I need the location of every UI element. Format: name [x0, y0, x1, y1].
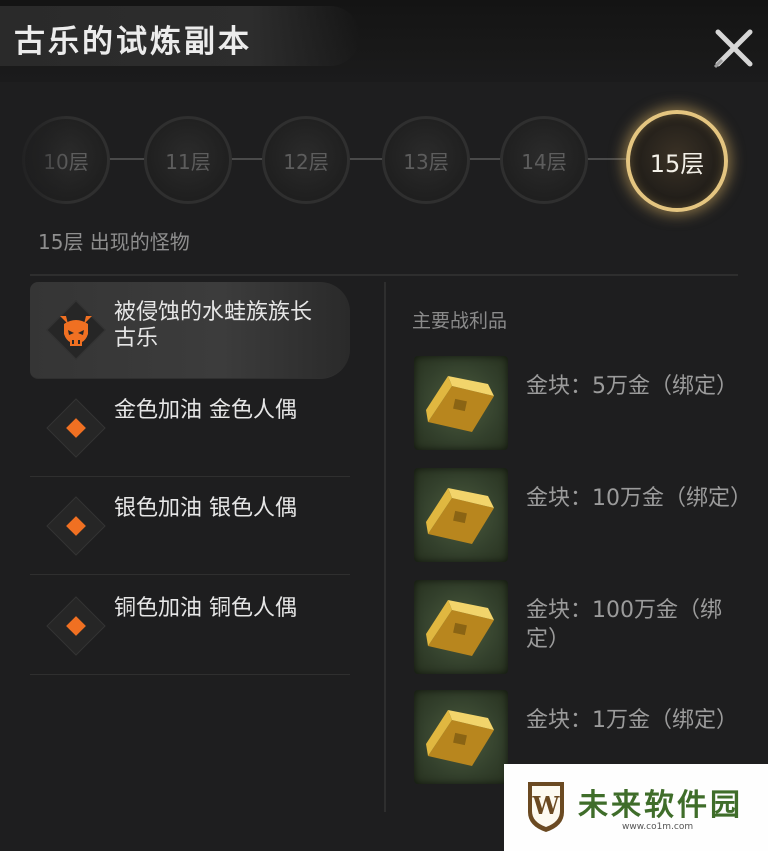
monster-item[interactable]: 银色加油 银色人偶 [30, 478, 350, 575]
loot-text: 金块：5万金（绑定） [526, 374, 738, 399]
divider-vertical [384, 282, 386, 812]
floor-monsters-caption: 15层 出现的怪物 [38, 230, 190, 254]
watermark-logo: W [526, 778, 566, 834]
loot-item[interactable]: 金块：10万金（绑定） [414, 468, 754, 564]
monster-name: 银色加油 银色人偶 [114, 496, 297, 521]
monster-item[interactable]: 金色加油 金色人偶 [30, 380, 350, 477]
monster-name: 被侵蚀的水蛙族族长 古乐 [114, 300, 313, 351]
monster-item-boss[interactable]: 被侵蚀的水蛙族族长 古乐 [30, 282, 350, 379]
demon-skull-icon [46, 300, 106, 360]
loot-text: 金块：1万金（绑定） [526, 708, 738, 733]
floor-label: 13层 [403, 149, 449, 174]
floor-label: 14层 [521, 149, 567, 174]
loot-item[interactable]: 金块：5万金（绑定） [414, 356, 754, 452]
floor-selector: 10层 11层 12层 13层 14层 15层 [22, 110, 758, 212]
floor-node-12[interactable]: 12层 [262, 116, 350, 204]
floor-node-15-selected[interactable]: 15层 [626, 110, 728, 212]
floor-node-13[interactable]: 13层 [382, 116, 470, 204]
monster-item[interactable]: 铜色加油 铜色人偶 [30, 578, 350, 675]
monster-name: 铜色加油 铜色人偶 [114, 596, 297, 621]
monster-name: 金色加油 金色人偶 [114, 398, 297, 423]
loot-section-title: 主要战利品 [412, 310, 508, 332]
loot-text: 金块：10万金（绑定） [526, 486, 752, 511]
svg-text:W: W [532, 791, 561, 820]
loot-item[interactable]: 金块：100万金（绑定） [414, 580, 754, 676]
gold-bar-icon [414, 356, 508, 450]
gold-bar-icon [414, 690, 508, 784]
divider-horizontal [30, 274, 738, 276]
watermark-url: www.co1m.com [622, 822, 694, 832]
track-fade-overlay [0, 100, 70, 220]
dungeon-title: 古乐的试炼副本 [14, 24, 252, 60]
watermark-name: 未来软件园 [578, 788, 743, 823]
watermark: W 未来软件园 www.co1m.com [504, 764, 768, 851]
orange-diamond-icon [46, 398, 106, 458]
floor-label: 11层 [165, 149, 211, 174]
loot-text: 金块：100万金（绑定） [526, 598, 722, 652]
floor-node-11[interactable]: 11层 [144, 116, 232, 204]
orange-diamond-icon [46, 596, 106, 656]
gold-bar-icon [414, 580, 508, 674]
orange-diamond-icon [46, 496, 106, 556]
floor-node-14[interactable]: 14层 [500, 116, 588, 204]
floor-label: 12层 [283, 149, 329, 174]
gold-bar-icon [414, 468, 508, 562]
close-icon[interactable] [712, 26, 756, 70]
floor-label: 15层 [649, 149, 705, 178]
